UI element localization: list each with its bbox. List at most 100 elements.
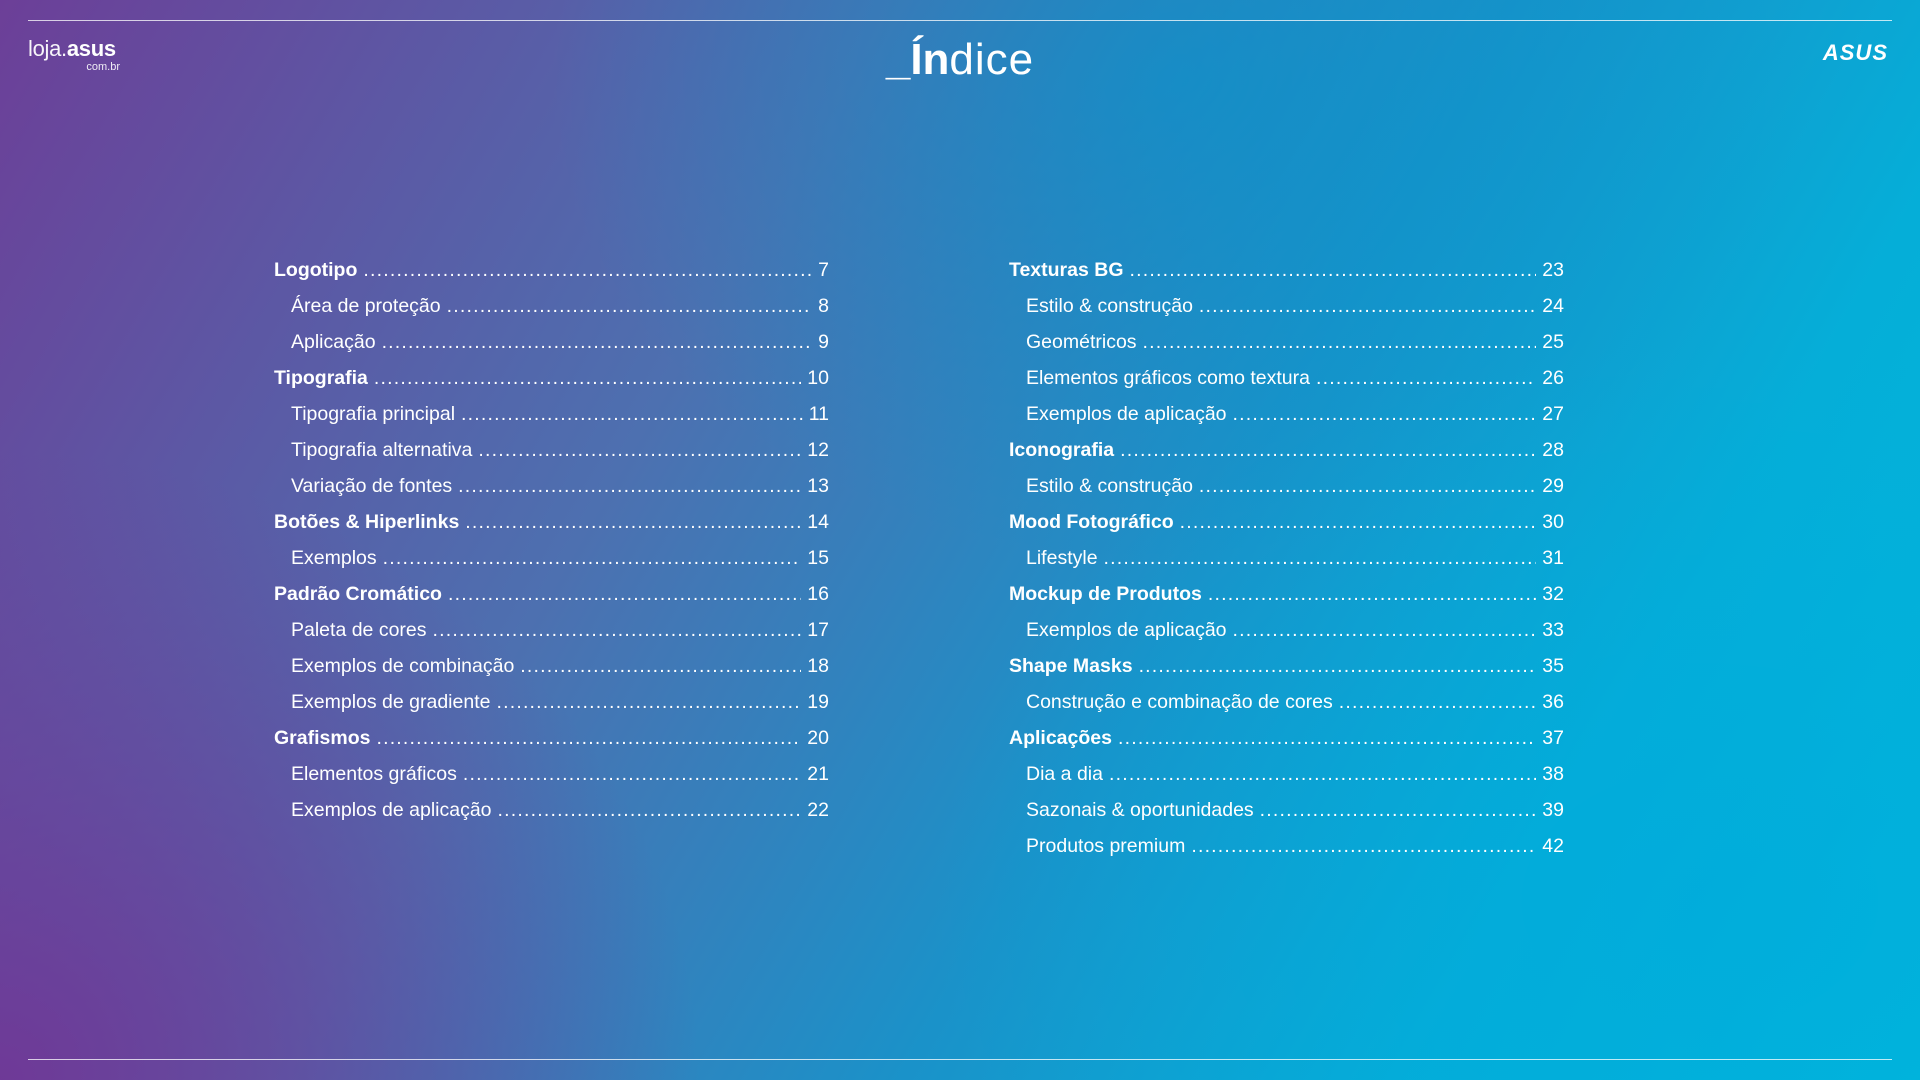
- dot-leader: ........................................…: [1198, 295, 1537, 317]
- index-entry-label: Lifestyle: [1026, 547, 1098, 569]
- index-section-row: Padrão Cromático........................…: [274, 576, 829, 612]
- index-subsection-row: Exemplos de combinação..................…: [274, 648, 829, 684]
- dot-leader: ........................................…: [497, 799, 802, 821]
- index-subsection-row: Elementos gráficos......................…: [274, 756, 829, 792]
- index-entry-page: 9: [818, 331, 829, 353]
- index-column-left: Logotipo................................…: [274, 252, 829, 828]
- index-entry-page: 27: [1542, 403, 1564, 425]
- index-subsection-row: Aplicação...............................…: [274, 324, 829, 360]
- index-entry-label: Construção e combinação de cores: [1026, 691, 1333, 713]
- index-entry-page: 16: [807, 583, 829, 605]
- index-entry-page: 11: [808, 403, 829, 425]
- dot-leader: ........................................…: [1142, 331, 1537, 353]
- index-entry-label: Paleta de cores: [291, 619, 427, 641]
- dot-leader: ........................................…: [376, 727, 801, 749]
- index-entry-page: 29: [1542, 475, 1564, 497]
- dot-leader: ........................................…: [1207, 583, 1537, 605]
- index-entry-label: Mockup de Produtos: [1009, 583, 1202, 605]
- index-entry-page: 31: [1542, 547, 1564, 569]
- dot-leader: ........................................…: [382, 547, 802, 569]
- index-section-row: Botões & Hiperlinks.....................…: [274, 504, 829, 540]
- dot-leader: ........................................…: [381, 331, 813, 353]
- index-entry-page: 10: [807, 367, 829, 389]
- index-entry-page: 35: [1542, 655, 1564, 677]
- dot-leader: ........................................…: [520, 655, 802, 677]
- index-entry-label: Shape Masks: [1009, 655, 1133, 677]
- dot-leader: ........................................…: [432, 619, 802, 641]
- index-column-right: Texturas BG.............................…: [1009, 252, 1564, 864]
- index-entry-page: 38: [1542, 763, 1564, 785]
- index-subsection-row: Exemplos de aplicação...................…: [1009, 396, 1564, 432]
- page-title: _Índice: [0, 32, 1920, 88]
- dot-leader: ........................................…: [1232, 619, 1537, 641]
- index-subsection-row: Elementos gráficos como textura.........…: [1009, 360, 1564, 396]
- index-entry-label: Exemplos de aplicação: [291, 799, 492, 821]
- index-entry-label: Exemplos de aplicação: [1026, 619, 1227, 641]
- dot-leader: ........................................…: [462, 763, 801, 785]
- index-entry-label: Aplicação: [291, 331, 376, 353]
- index-entry-label: Aplicações: [1009, 727, 1112, 749]
- dot-leader: ........................................…: [458, 475, 801, 497]
- index-subsection-row: Geométricos.............................…: [1009, 324, 1564, 360]
- index-entry-label: Variação de fontes: [291, 475, 453, 497]
- dot-leader: ........................................…: [1259, 799, 1537, 821]
- index-subsection-row: Exemplos................................…: [274, 540, 829, 576]
- index-entry-label: Exemplos: [291, 547, 377, 569]
- dot-leader: ........................................…: [465, 511, 801, 533]
- dot-leader: ........................................…: [1117, 727, 1536, 749]
- index-subsection-row: Tipografia alternativa..................…: [274, 432, 829, 468]
- index-entry-label: Exemplos de aplicação: [1026, 403, 1227, 425]
- index-entry-page: 7: [818, 259, 829, 281]
- index-entry-label: Tipografia: [274, 367, 368, 389]
- index-entry-label: Botões & Hiperlinks: [274, 511, 460, 533]
- index-entry-label: Grafismos: [274, 727, 371, 749]
- index-entry-page: 23: [1542, 259, 1564, 281]
- index-subsection-row: Variação de fontes......................…: [274, 468, 829, 504]
- index-section-row: Mockup de Produtos......................…: [1009, 576, 1564, 612]
- index-entry-label: Tipografia principal: [291, 403, 456, 425]
- index-entry-label: Mood Fotográfico: [1009, 511, 1174, 533]
- index-section-row: Texturas BG.............................…: [1009, 252, 1564, 288]
- index-entry-page: 26: [1542, 367, 1564, 389]
- index-subsection-row: Lifestyle...............................…: [1009, 540, 1564, 576]
- dot-leader: ........................................…: [496, 691, 802, 713]
- index-entry-page: 37: [1542, 727, 1564, 749]
- index-entry-page: 33: [1542, 619, 1564, 641]
- index-entry-page: 24: [1542, 295, 1564, 317]
- index-section-row: Aplicações..............................…: [1009, 720, 1564, 756]
- index-subsection-row: Estilo & construção.....................…: [1009, 468, 1564, 504]
- index-subsection-row: Tipografia principal....................…: [274, 396, 829, 432]
- index-entry-label: Sazonais & oportunidades: [1026, 799, 1254, 821]
- index-entry-label: Estilo & construção: [1026, 475, 1193, 497]
- index-entry-label: Elementos gráficos como textura: [1026, 367, 1310, 389]
- index-section-row: Mood Fotográfico........................…: [1009, 504, 1564, 540]
- index-subsection-row: Área de proteção........................…: [274, 288, 829, 324]
- index-entry-label: Área de proteção: [291, 295, 441, 317]
- top-divider: [28, 20, 1892, 21]
- index-entry-page: 28: [1542, 439, 1564, 461]
- index-subsection-row: Paleta de cores.........................…: [274, 612, 829, 648]
- index-entry-label: Texturas BG: [1009, 259, 1124, 281]
- index-subsection-row: Dia a dia...............................…: [1009, 756, 1564, 792]
- bottom-divider: [28, 1059, 1892, 1060]
- index-subsection-row: Exemplos de aplicação...................…: [274, 792, 829, 828]
- index-entry-page: 19: [807, 691, 829, 713]
- index-entry-page: 8: [818, 295, 829, 317]
- index-entry-label: Estilo & construção: [1026, 295, 1193, 317]
- index-entry-page: 39: [1542, 799, 1564, 821]
- index-entry-page: 17: [807, 619, 829, 641]
- index-entry-label: Geométricos: [1026, 331, 1137, 353]
- index-subsection-row: Construção e combinação de cores........…: [1009, 684, 1564, 720]
- title-light: dice: [949, 35, 1035, 84]
- index-entry-page: 22: [807, 799, 829, 821]
- dot-leader: ........................................…: [1198, 475, 1537, 497]
- dot-leader: ........................................…: [1338, 691, 1537, 713]
- index-entry-label: Elementos gráficos: [291, 763, 457, 785]
- index-section-row: Logotipo................................…: [274, 252, 829, 288]
- dot-leader: ........................................…: [363, 259, 813, 281]
- index-entry-page: 14: [807, 511, 829, 533]
- dot-leader: ........................................…: [446, 295, 813, 317]
- index-entry-page: 25: [1542, 331, 1564, 353]
- dot-leader: ........................................…: [1232, 403, 1537, 425]
- index-subsection-row: Estilo & construção.....................…: [1009, 288, 1564, 324]
